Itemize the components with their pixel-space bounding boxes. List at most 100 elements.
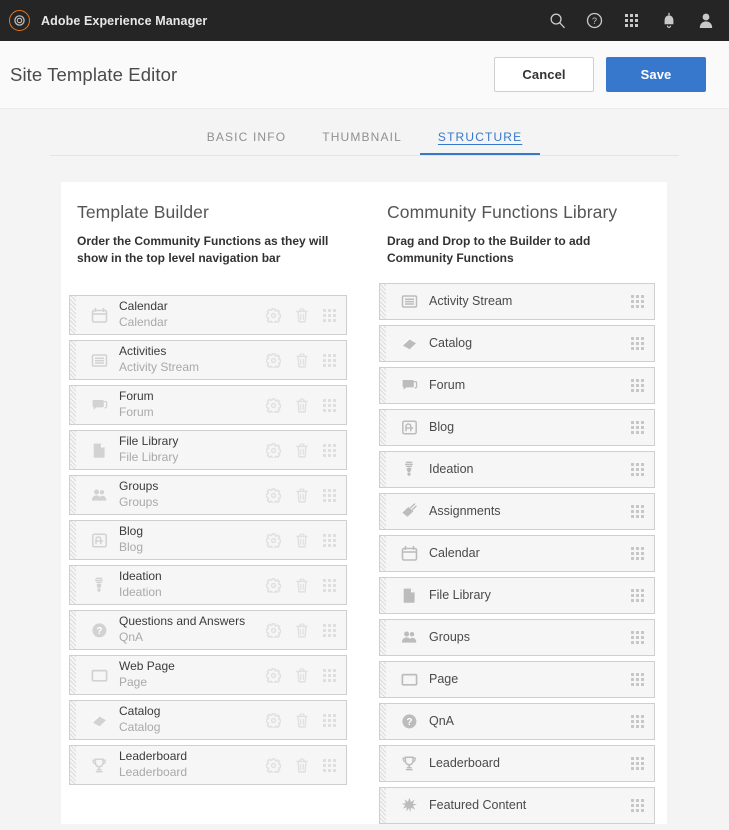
drag-handle-icon[interactable] [323, 308, 336, 322]
cancel-button[interactable]: Cancel [494, 57, 594, 92]
library-row[interactable]: Ideation [379, 451, 655, 489]
trash-icon[interactable] [294, 622, 310, 638]
drag-handle-icon[interactable] [323, 353, 336, 367]
apps-grid-icon[interactable] [622, 11, 641, 30]
drag-handle-icon[interactable] [631, 379, 644, 393]
tab-structure[interactable]: STRUCTURE [419, 130, 541, 155]
tab-thumbnail[interactable]: THUMBNAIL [304, 130, 420, 155]
user-avatar-icon[interactable] [696, 11, 715, 30]
gear-icon[interactable] [265, 442, 281, 458]
drag-handle-icon[interactable] [323, 533, 336, 547]
builder-row-subtitle: File Library [119, 450, 179, 465]
drag-handle-icon[interactable] [631, 547, 644, 561]
drag-handle-icon[interactable] [631, 673, 644, 687]
library-row[interactable]: Leaderboard [379, 745, 655, 783]
library-row[interactable]: Calendar [379, 535, 655, 573]
library-row[interactable]: ? QnA [379, 703, 655, 741]
forum-icon [85, 397, 113, 414]
library-row[interactable]: Featured Content [379, 787, 655, 825]
activity-stream-icon [85, 352, 113, 369]
library-row[interactable]: Page [379, 661, 655, 699]
search-icon[interactable] [548, 11, 567, 30]
builder-row-labels: Forum Forum [119, 389, 154, 420]
builder-row[interactable]: Forum Forum [69, 385, 347, 426]
brand[interactable]: Adobe Experience Manager [9, 10, 207, 31]
drag-handle-icon[interactable] [631, 757, 644, 771]
drag-handle-icon[interactable] [323, 713, 336, 727]
builder-row-list: Calendar Calendar Activities Activity St… [69, 295, 347, 786]
gear-icon[interactable] [265, 397, 281, 413]
trash-icon[interactable] [294, 352, 310, 368]
groups-icon [395, 629, 423, 646]
builder-row[interactable]: Web Page Page [69, 655, 347, 696]
builder-row[interactable]: Groups Groups [69, 475, 347, 516]
gear-icon[interactable] [265, 307, 281, 323]
drag-handle-icon[interactable] [323, 488, 336, 502]
builder-row[interactable]: Calendar Calendar [69, 295, 347, 336]
drag-handle-icon[interactable] [631, 715, 644, 729]
library-row-actions [631, 463, 654, 477]
gear-icon[interactable] [265, 352, 281, 368]
builder-row[interactable]: ? Questions and Answers QnA [69, 610, 347, 651]
builder-row[interactable]: File Library File Library [69, 430, 347, 471]
builder-row[interactable]: Ideation Ideation [69, 565, 347, 606]
library-row[interactable]: Groups [379, 619, 655, 657]
builder-row-labels: Calendar Calendar [119, 299, 168, 330]
builder-row[interactable]: Activities Activity Stream [69, 340, 347, 381]
builder-row[interactable]: Blog Blog [69, 520, 347, 561]
drag-handle-icon[interactable] [323, 578, 336, 592]
builder-row-title: Groups [119, 479, 159, 494]
save-button[interactable]: Save [606, 57, 706, 92]
trash-icon[interactable] [294, 397, 310, 413]
page-icon [395, 671, 423, 688]
gear-icon[interactable] [265, 622, 281, 638]
svg-text:?: ? [406, 717, 412, 728]
gear-icon[interactable] [265, 532, 281, 548]
library-row[interactable]: Assignments [379, 493, 655, 531]
trash-icon[interactable] [294, 532, 310, 548]
library-row[interactable]: File Library [379, 577, 655, 615]
trash-icon[interactable] [294, 307, 310, 323]
assignments-icon [395, 503, 423, 520]
drag-handle-icon[interactable] [323, 668, 336, 682]
leaderboard-icon [85, 757, 113, 774]
drag-handle-icon[interactable] [631, 589, 644, 603]
gear-icon[interactable] [265, 667, 281, 683]
gear-icon[interactable] [265, 577, 281, 593]
drag-handle-icon[interactable] [323, 443, 336, 457]
library-row[interactable]: Forum [379, 367, 655, 405]
global-top-bar: Adobe Experience Manager ? [0, 0, 729, 41]
trash-icon[interactable] [294, 757, 310, 773]
builder-row[interactable]: Catalog Catalog [69, 700, 347, 741]
builder-row-labels: File Library File Library [119, 434, 178, 465]
drag-handle-icon[interactable] [631, 505, 644, 519]
notifications-bell-icon[interactable] [659, 11, 678, 30]
gear-icon[interactable] [265, 712, 281, 728]
gear-icon[interactable] [265, 757, 281, 773]
library-row[interactable]: Catalog [379, 325, 655, 363]
drag-handle-icon[interactable] [323, 758, 336, 772]
builder-row-labels: Blog Blog [119, 524, 143, 555]
trash-icon[interactable] [294, 442, 310, 458]
drag-handle-icon[interactable] [631, 421, 644, 435]
ideation-icon [85, 577, 113, 594]
trash-icon[interactable] [294, 667, 310, 683]
drag-handle-icon[interactable] [631, 799, 644, 813]
trash-icon[interactable] [294, 487, 310, 503]
help-icon[interactable]: ? [585, 11, 604, 30]
qna-icon: ? [395, 713, 423, 730]
drag-handle-icon[interactable] [323, 398, 336, 412]
builder-row[interactable]: Leaderboard Leaderboard [69, 745, 347, 786]
library-row[interactable]: Blog [379, 409, 655, 447]
library-row-actions [631, 337, 654, 351]
drag-handle-icon[interactable] [323, 623, 336, 637]
trash-icon[interactable] [294, 712, 310, 728]
gear-icon[interactable] [265, 487, 281, 503]
drag-handle-icon[interactable] [631, 463, 644, 477]
trash-icon[interactable] [294, 577, 310, 593]
drag-handle-icon[interactable] [631, 337, 644, 351]
tab-basic-info[interactable]: BASIC INFO [189, 130, 305, 155]
drag-handle-icon[interactable] [631, 295, 644, 309]
library-row[interactable]: Activity Stream [379, 283, 655, 321]
drag-handle-icon[interactable] [631, 631, 644, 645]
